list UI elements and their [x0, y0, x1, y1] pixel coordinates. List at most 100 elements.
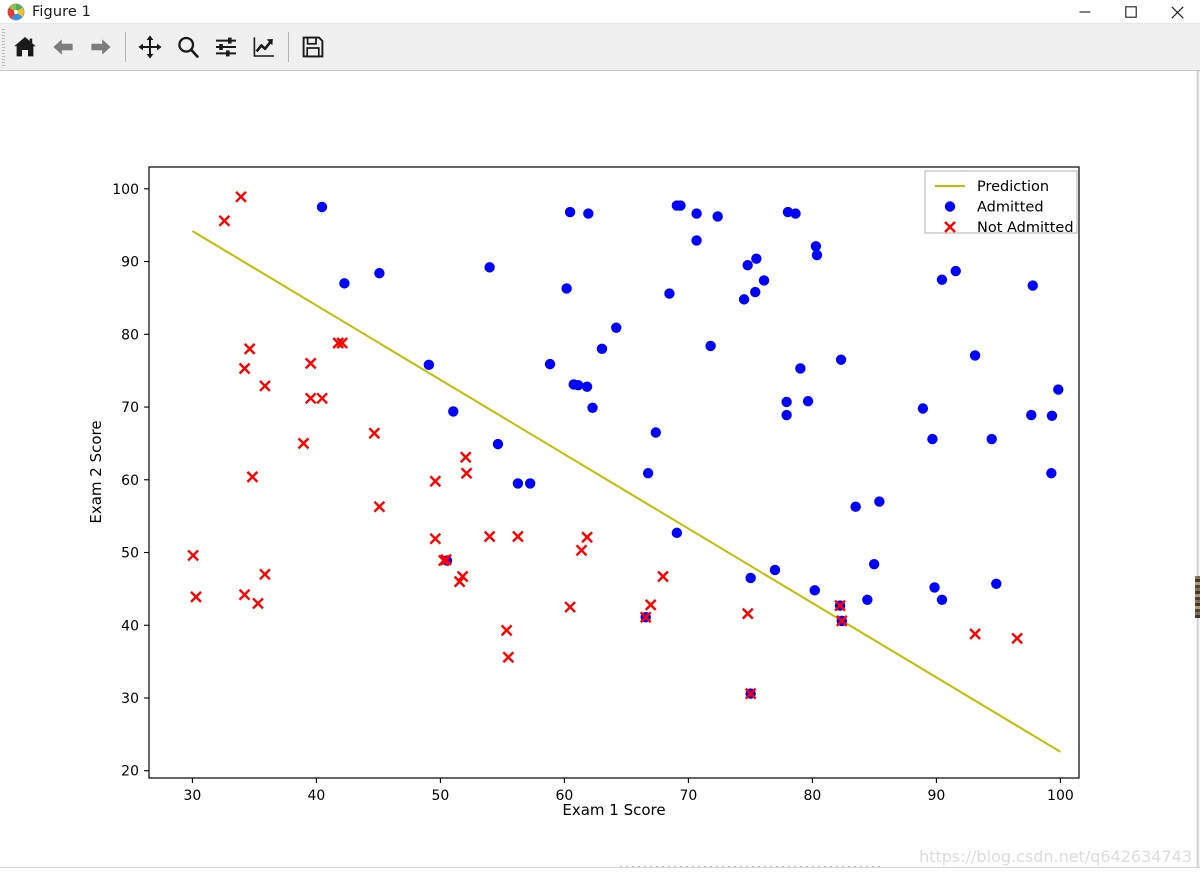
admitted-point: [484, 262, 495, 273]
admitted-point: [781, 409, 792, 421]
admitted-point: [781, 396, 792, 408]
configure-subplots-icon[interactable]: [207, 28, 245, 66]
admitted-point: [769, 564, 781, 576]
admitted-point: [751, 253, 762, 264]
admitted-point: [587, 402, 598, 413]
navigation-toolbar: [0, 24, 1200, 71]
figure-canvas[interactable]: 30 40 50 60 70 80 90 100 20 30 40 50 60 70 80 90 100 Ex…: [0, 71, 1200, 872]
edit-axis-curve-icon[interactable]: [245, 28, 283, 66]
admitted-point: [691, 235, 702, 246]
x-tick-label: 100: [1047, 788, 1074, 804]
admitted-point: [611, 322, 622, 333]
toolbar-separator: [288, 32, 289, 62]
figure-window: Figure 1 30 40 50 60 70 80 90 100 20 30 …: [0, 0, 1200, 872]
admitted-point: [809, 585, 820, 596]
matplotlib-figure-icon: [7, 3, 25, 21]
admitted-point: [705, 340, 716, 352]
y-tick-label: 20: [121, 764, 139, 780]
y-tick-label: 100: [112, 182, 139, 198]
maximize-button[interactable]: [1108, 0, 1154, 24]
admitted-point: [790, 208, 801, 219]
admitted-point: [339, 278, 350, 289]
admitted-point: [927, 433, 938, 445]
admitted-point: [492, 438, 504, 450]
x-axis-label: Exam 1 Score: [562, 801, 665, 819]
y-tick-label: 80: [121, 327, 139, 343]
admitted-point: [316, 201, 328, 213]
admitted-point: [795, 363, 806, 374]
admitted-point: [991, 578, 1002, 589]
window-titlebar: Figure 1: [0, 0, 1200, 24]
y-tick-label: 40: [121, 618, 139, 634]
admitted-point: [1027, 280, 1038, 291]
admitted-point: [835, 354, 847, 365]
x-tick-label: 50: [431, 788, 449, 804]
admitted-point: [969, 350, 981, 361]
home-icon[interactable]: [6, 28, 44, 66]
admitted-point: [642, 468, 654, 479]
window-title: Figure 1: [32, 3, 91, 20]
legend-label: Admitted: [977, 200, 1044, 216]
admitted-point: [583, 208, 594, 219]
admitted-point: [986, 433, 997, 445]
admitted-point: [936, 274, 948, 285]
zoom-magnifier-icon[interactable]: [169, 28, 207, 66]
admitted-point: [423, 359, 435, 371]
y-tick-label: 70: [121, 400, 139, 416]
admitted-point: [564, 206, 576, 218]
admitted-point: [862, 594, 873, 605]
admitted-point: [374, 267, 385, 279]
x-tick-label: 70: [679, 788, 697, 804]
legend-label: Not Admitted: [977, 220, 1074, 236]
admitted-point: [810, 241, 822, 252]
admitted-point: [650, 427, 661, 438]
minimize-button[interactable]: [1062, 0, 1108, 24]
close-button[interactable]: [1154, 0, 1200, 24]
admitted-point: [936, 594, 948, 605]
legend-label: Prediction: [977, 179, 1049, 195]
axes-frame: [148, 166, 1080, 779]
x-tick-label: 30: [183, 788, 201, 804]
y-axis-label: Exam 2 Score: [87, 420, 105, 523]
x-tick-label: 80: [803, 788, 821, 804]
chart-legend[interactable]: Prediction Admitted Not Admitted: [924, 170, 1078, 236]
admitted-point: [929, 582, 940, 593]
watermark-text: https://blog.csdn.net/q642634743: [919, 847, 1192, 866]
admitted-point: [691, 208, 702, 219]
forward-arrow-icon[interactable]: [82, 28, 120, 66]
window-controls: [1062, 0, 1200, 24]
admitted-point: [1026, 409, 1037, 421]
admitted-point: [868, 558, 880, 570]
admitted-point: [572, 380, 584, 391]
admitted-point: [850, 501, 861, 512]
scatter-plot: 30 40 50 60 70 80 90 100 2030405060708090100 Ex…: [0, 71, 1200, 872]
admitted-point: [811, 249, 823, 261]
admitted-point: [917, 403, 929, 414]
y-tick-label: 90: [121, 255, 139, 271]
save-floppy-icon[interactable]: [294, 28, 332, 66]
admitted-point: [596, 343, 608, 355]
back-arrow-icon[interactable]: [44, 28, 82, 66]
admitted-point: [712, 211, 723, 222]
admitted-point: [544, 358, 556, 370]
admitted-point: [758, 275, 770, 286]
admitted-point: [448, 406, 459, 417]
admitted-point: [524, 478, 536, 489]
admitted-point: [561, 283, 572, 294]
x-tick-label: 40: [307, 788, 325, 804]
admitted-point: [671, 527, 683, 539]
y-tick-label: 60: [121, 473, 139, 489]
admitted-point: [581, 381, 593, 392]
admitted-point: [1046, 410, 1058, 421]
y-tick-label: 30: [121, 691, 139, 707]
admitted-point: [950, 265, 961, 277]
admitted-point: [675, 200, 686, 211]
admitted-point: [664, 288, 675, 299]
admitted-point: [742, 259, 753, 271]
admitted-point: [738, 294, 750, 305]
toolbar-separator: [125, 32, 126, 62]
legend-circle-swatch: [944, 201, 956, 212]
admitted-point: [750, 286, 761, 298]
pan-move-icon[interactable]: [131, 28, 169, 66]
y-tick-label: 50: [121, 546, 139, 562]
